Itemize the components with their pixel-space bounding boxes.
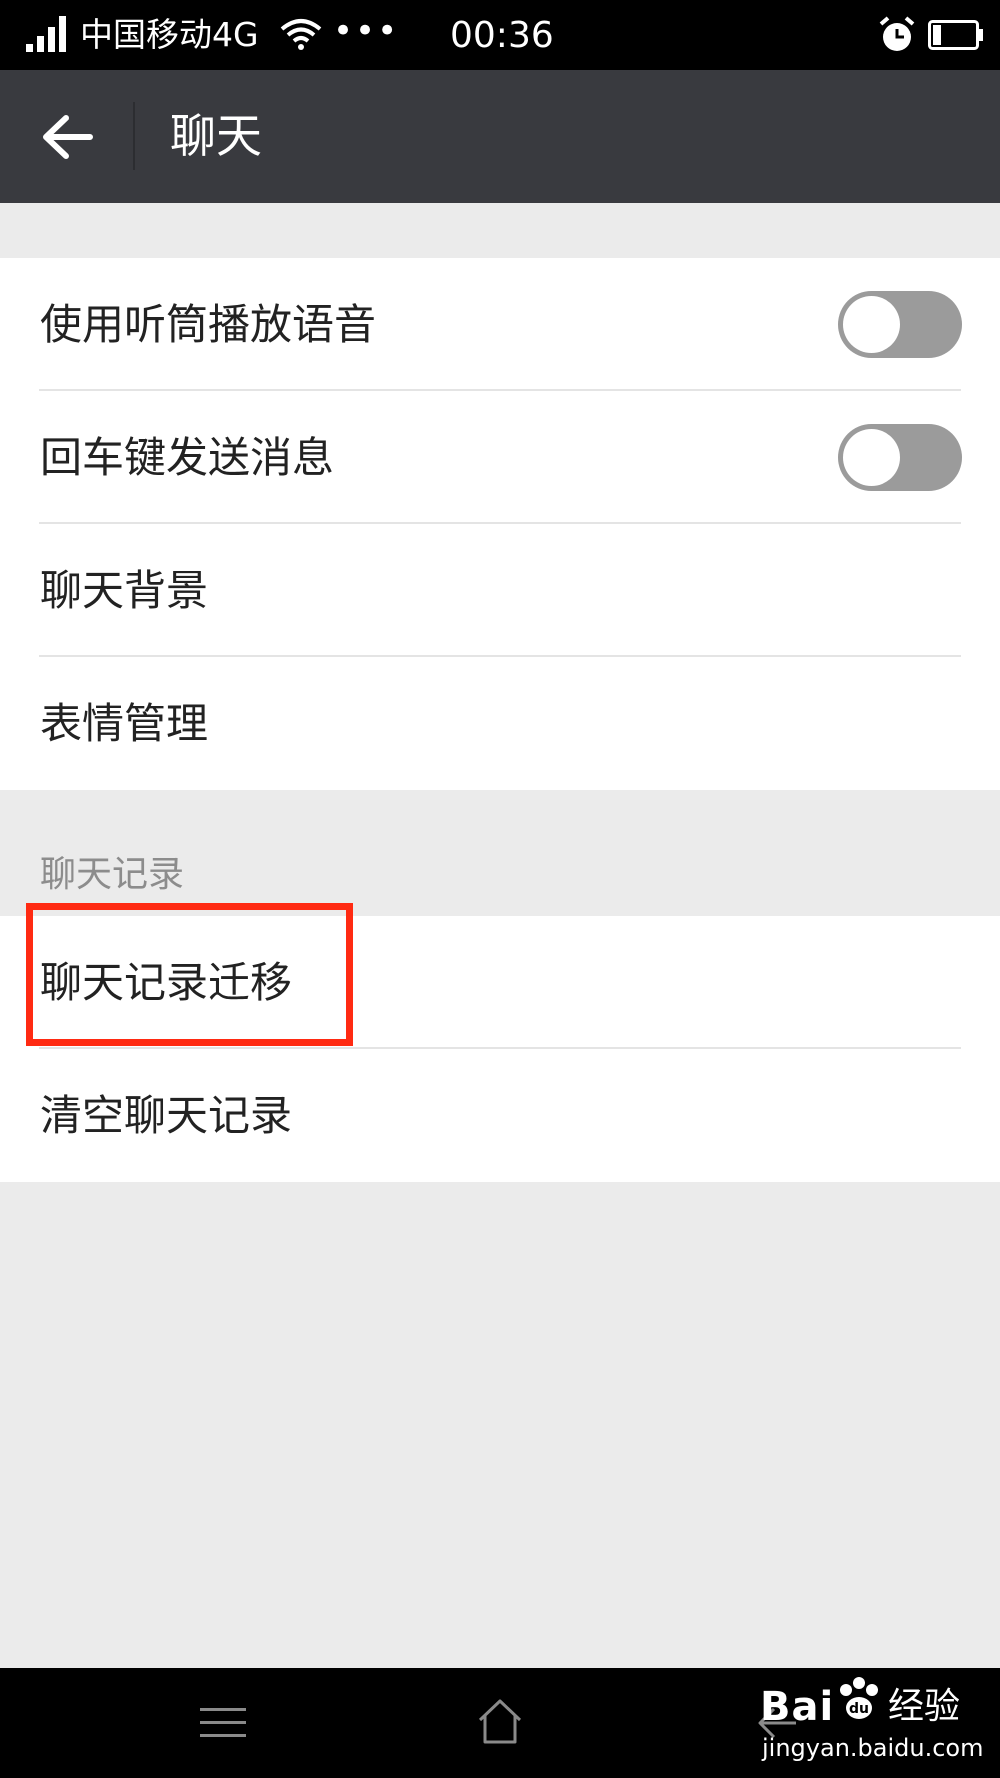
page-title: 聊天 [170, 109, 262, 163]
setting-row-sticker-management[interactable]: 表情管理 [0, 657, 1000, 790]
watermark-url: jingyan.baidu.com [762, 1734, 984, 1762]
setting-label: 使用听筒播放语音 [40, 300, 377, 349]
setting-label: 聊天记录迁移 [40, 958, 293, 1007]
wifi-icon [280, 19, 322, 50]
signal-strength-icon [26, 16, 66, 52]
setting-row-enter-to-send[interactable]: 回车键发送消息 [0, 391, 1000, 524]
toggle-knob [843, 296, 900, 353]
setting-label: 回车键发送消息 [40, 433, 335, 482]
status-bar: 中国移动4G ••• 00:36 [0, 0, 1000, 70]
setting-label: 清空聊天记录 [40, 1091, 293, 1140]
general-settings-section: 使用听筒播放语音 回车键发送消息 聊天背景 表情管理 [0, 258, 1000, 790]
svg-text:du: du [849, 1701, 869, 1717]
chat-history-section: 聊天记录迁移 清空聊天记录 [0, 916, 1000, 1182]
back-arrow-icon[interactable] [40, 112, 94, 162]
app-bar: 聊天 [0, 70, 1000, 203]
enter-to-send-toggle[interactable] [838, 424, 962, 491]
setting-row-clear-chat-history[interactable]: 清空聊天记录 [0, 1049, 1000, 1182]
menu-icon[interactable] [200, 1706, 246, 1740]
setting-row-migrate-chat-history[interactable]: 聊天记录迁移 [0, 916, 1000, 1049]
battery-icon [928, 20, 983, 50]
status-time: 00:36 [450, 15, 554, 56]
baidu-paw-icon: du [840, 1677, 878, 1719]
more-notifications-icon: ••• [333, 11, 400, 51]
app-bar-divider [133, 102, 135, 170]
baidu-jingyan-watermark: Bai du 经验 jingyan.baidu.com [760, 1670, 990, 1775]
carrier-name: 中国移动4G [80, 15, 259, 54]
home-icon[interactable] [476, 1698, 524, 1744]
watermark-brand-tail: 经验 [888, 1686, 961, 1727]
setting-row-earpiece-playback[interactable]: 使用听筒播放语音 [0, 258, 1000, 391]
alarm-clock-icon [879, 16, 915, 51]
setting-row-chat-background[interactable]: 聊天背景 [0, 524, 1000, 657]
setting-label: 表情管理 [40, 699, 209, 748]
section-header-chat-history: 聊天记录 [40, 854, 185, 895]
earpiece-playback-toggle[interactable] [838, 291, 962, 358]
setting-label: 聊天背景 [40, 566, 209, 615]
toggle-knob [843, 429, 900, 486]
watermark-brand: Bai [760, 1684, 835, 1730]
